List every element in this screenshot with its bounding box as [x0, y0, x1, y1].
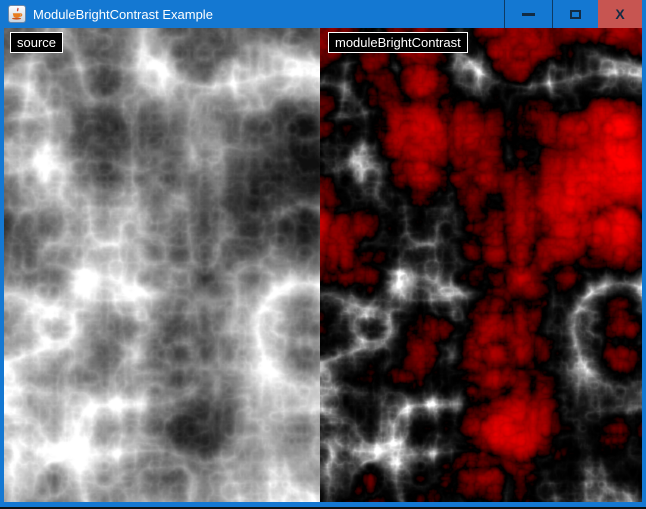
- titlebar-edge: [642, 0, 646, 28]
- minimize-button[interactable]: [505, 0, 552, 28]
- image-area: source moduleBrightContrast: [4, 28, 642, 502]
- maximize-button[interactable]: [553, 0, 598, 28]
- processed-label: moduleBrightContrast: [328, 32, 468, 53]
- close-icon: X: [615, 7, 624, 21]
- titlebar[interactable]: ModuleBrightContrast Example X: [0, 0, 646, 28]
- window-title: ModuleBrightContrast Example: [33, 7, 504, 22]
- close-button[interactable]: X: [598, 0, 642, 28]
- source-image: [4, 28, 320, 502]
- minimize-icon: [522, 13, 535, 16]
- processed-image: [320, 28, 642, 502]
- window-controls: X: [504, 0, 646, 28]
- java-icon: [8, 5, 26, 23]
- app-window: ModuleBrightContrast Example X source mo…: [0, 0, 646, 509]
- maximize-icon: [570, 10, 581, 19]
- source-label: source: [10, 32, 63, 53]
